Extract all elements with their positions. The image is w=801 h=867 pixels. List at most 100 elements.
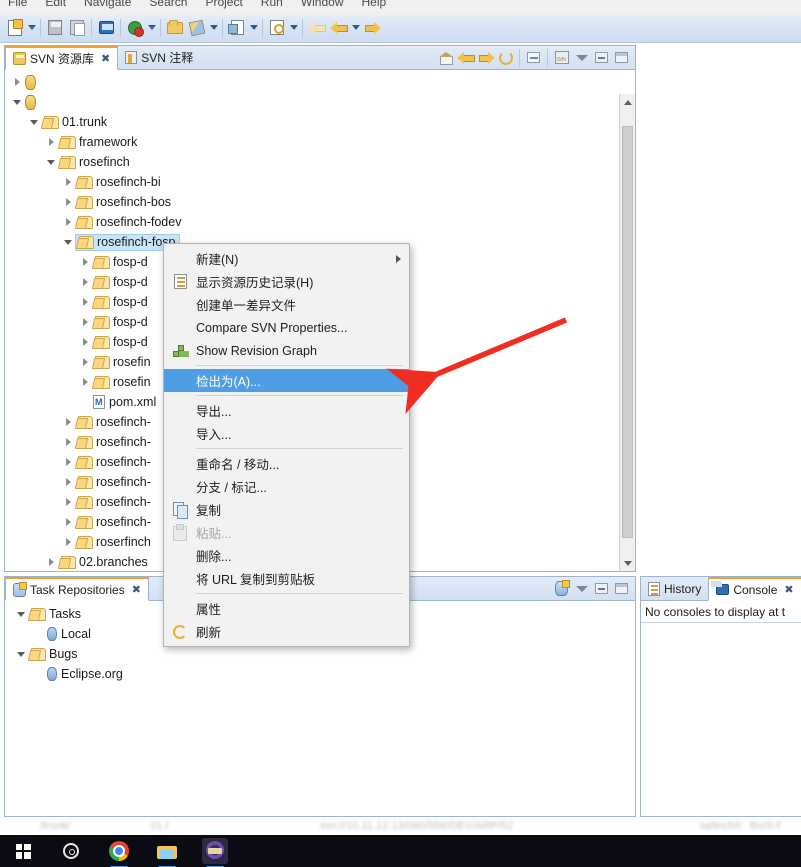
menu-item-navigate[interactable]: Navigate — [84, 0, 131, 9]
context-menu-item[interactable]: 重命名 / 移动... — [164, 452, 409, 475]
tree-row[interactable]: 01.trunk — [5, 112, 619, 132]
tab-svn-repository[interactable]: SVN 资源库 ✖ — [5, 46, 119, 70]
run-icon[interactable] — [124, 17, 146, 39]
new-file-icon[interactable] — [4, 17, 26, 39]
context-menu-item[interactable]: 创建单一差异文件 — [164, 293, 409, 316]
context-menu-item[interactable]: Compare SVN Properties... — [164, 316, 409, 339]
menu-item-help[interactable]: Help — [362, 0, 387, 9]
tree-node[interactable]: fosp-d — [93, 314, 148, 331]
chevron-down-icon[interactable] — [13, 644, 29, 664]
context-menu-item[interactable]: 导入... — [164, 422, 409, 445]
tree-node[interactable] — [25, 94, 40, 111]
minimize-icon[interactable] — [592, 48, 611, 67]
chevron-right-icon[interactable] — [60, 492, 76, 512]
chevron-right-icon[interactable] — [60, 472, 76, 492]
tree-node[interactable]: fosp-d — [93, 274, 148, 291]
tree-node[interactable]: rosefin — [93, 354, 151, 371]
context-menu-item[interactable]: Show Revision Graph — [164, 339, 409, 362]
tree-row[interactable]: rosefinch-fodev — [5, 212, 619, 232]
external-tools-icon[interactable] — [226, 17, 248, 39]
tree-row[interactable]: framework — [5, 132, 619, 152]
chevron-right-icon[interactable] — [60, 172, 76, 192]
brush-icon[interactable] — [186, 17, 208, 39]
arrow-left-icon[interactable] — [328, 17, 350, 39]
tree-node[interactable]: 01.trunk — [42, 114, 107, 131]
tree-node[interactable]: Tasks — [29, 606, 81, 623]
tree-row[interactable]: rosefinch-bos — [5, 192, 619, 212]
context-menu-item[interactable]: 显示资源历史记录(H) — [164, 270, 409, 293]
folder-open-icon[interactable] — [164, 17, 186, 39]
chevron-down-icon[interactable] — [288, 17, 299, 39]
minimize-icon[interactable] — [592, 579, 611, 598]
menu-item-window[interactable]: Window — [301, 0, 344, 9]
context-menu[interactable]: 新建(N) 显示资源历史记录(H) 创建单一差异文件 Compare SVN Prop… — [163, 243, 410, 647]
chevron-right-icon[interactable] — [60, 412, 76, 432]
file-explorer-button[interactable] — [154, 838, 180, 867]
chevron-down-icon[interactable] — [350, 17, 361, 39]
tab-console[interactable]: Console ✖ — [708, 577, 801, 601]
new-repository-icon[interactable] — [552, 48, 571, 67]
maximize-icon[interactable] — [612, 48, 631, 67]
chevron-down-icon[interactable] — [248, 17, 259, 39]
menu-item-run[interactable]: Run — [261, 0, 283, 9]
arrow-right-icon[interactable] — [476, 48, 495, 67]
home-icon[interactable] — [436, 48, 455, 67]
vertical-scrollbar[interactable] — [619, 94, 635, 571]
chevron-right-icon[interactable] — [9, 72, 25, 92]
tree-node[interactable]: rosefinch- — [76, 434, 151, 451]
chevron-right-icon[interactable] — [60, 192, 76, 212]
close-icon[interactable]: ✖ — [784, 583, 793, 596]
tree-node[interactable]: roserfinch — [76, 534, 151, 551]
chevron-right-icon[interactable] — [60, 512, 76, 532]
chevron-down-icon[interactable] — [26, 17, 37, 39]
tree-node[interactable]: fosp-d — [93, 334, 148, 351]
scroll-down-icon[interactable] — [620, 555, 635, 571]
tree-node[interactable]: rosefinch-bos — [76, 194, 171, 211]
close-icon[interactable]: ✖ — [132, 583, 141, 596]
view-menu-icon[interactable] — [572, 48, 591, 67]
refresh-icon[interactable] — [496, 48, 515, 67]
collapse-all-icon[interactable] — [524, 48, 543, 67]
tree-node[interactable]: rosefin — [93, 374, 151, 391]
menu-item-file[interactable]: File — [8, 0, 27, 9]
tree-row[interactable] — [5, 72, 619, 92]
tree-node[interactable]: Eclipse.org — [47, 666, 123, 683]
tree-node[interactable]: fosp-d — [93, 294, 148, 311]
chevron-right-icon[interactable] — [43, 132, 59, 152]
chevron-right-icon[interactable] — [77, 372, 93, 392]
new-task-repository-icon[interactable] — [552, 579, 571, 598]
tree-node[interactable]: rosefinch- — [76, 474, 151, 491]
chrome-button[interactable] — [106, 838, 132, 867]
chevron-right-icon[interactable] — [77, 312, 93, 332]
arrow-right-icon[interactable] — [361, 17, 383, 39]
chevron-right-icon[interactable] — [77, 292, 93, 312]
context-menu-item[interactable]: 检出为(A)... — [164, 369, 409, 392]
menu-item-search[interactable]: Search — [149, 0, 187, 9]
tree-row[interactable]: Bugs — [5, 644, 635, 664]
tree-row[interactable]: rosefinch — [5, 152, 619, 172]
context-menu-item[interactable]: 分支 / 标记... — [164, 475, 409, 498]
console-icon[interactable] — [95, 17, 117, 39]
tree-node[interactable]: rosefinch- — [76, 454, 151, 471]
tree-node[interactable]: fosp-d — [93, 254, 148, 271]
view-menu-icon[interactable] — [572, 579, 591, 598]
chevron-right-icon[interactable] — [77, 272, 93, 292]
tree-node[interactable]: rosefinch- — [76, 494, 151, 511]
save-all-icon[interactable] — [66, 17, 88, 39]
chevron-down-icon[interactable] — [26, 112, 42, 132]
menu-item-edit[interactable]: Edit — [45, 0, 66, 9]
tree-row[interactable] — [5, 92, 619, 112]
arrow-left-icon[interactable] — [456, 48, 475, 67]
chevron-right-icon[interactable] — [77, 252, 93, 272]
tree-row[interactable]: Eclipse.org — [5, 664, 635, 684]
chevron-down-icon[interactable] — [208, 17, 219, 39]
close-icon[interactable]: ✖ — [101, 52, 110, 65]
chevron-right-icon[interactable] — [60, 532, 76, 552]
context-menu-item[interactable]: 导出... — [164, 399, 409, 422]
context-menu-item[interactable]: 删除... — [164, 544, 409, 567]
tab-task-repositories[interactable]: Task Repositories ✖ — [5, 577, 149, 601]
maximize-icon[interactable] — [612, 579, 631, 598]
context-menu-item[interactable]: 将 URL 复制到剪贴板 — [164, 567, 409, 590]
tree-node[interactable]: rosefinch- — [76, 414, 151, 431]
chevron-right-icon[interactable] — [60, 212, 76, 232]
